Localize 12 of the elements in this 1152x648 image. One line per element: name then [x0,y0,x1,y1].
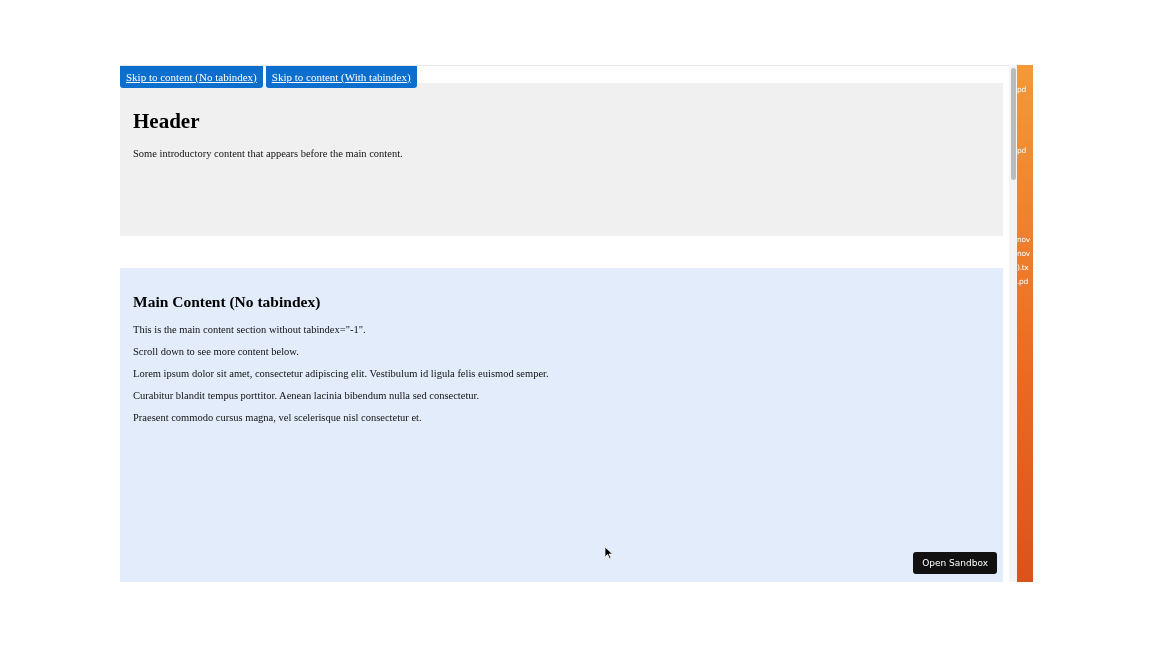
skip-link[interactable]: Skip to content (No tabindex) [120,66,263,88]
paragraph: This is the main content section without tabindex="-1". [133,324,367,335]
header-text: Some introductory content that appears before the main content. [133,148,404,159]
paragraph: Lorem ipsum dolor sit amet, consectetur adipiscing elit. Vestibulum id ligula felis euismod semper. [133,368,550,379]
header-title: Header [133,109,201,134]
skip-link[interactable]: Skip to content (With tabindex) [265,66,417,88]
cursor-icon [605,547,613,559]
paragraph: Curabitur blandit tempus porttitor. Aenean lacinia bibendum nulla sed consectetur. [133,390,481,401]
paragraph: Scroll down to see more content below. [133,346,300,357]
main-title: Main Content (No tabindex) [133,293,322,311]
open-sandbox-button[interactable]: Open Sandbox [913,552,997,574]
paragraph: Praesent commodo cursus magna, vel scelerisque nisl consectetur et. [133,412,423,423]
